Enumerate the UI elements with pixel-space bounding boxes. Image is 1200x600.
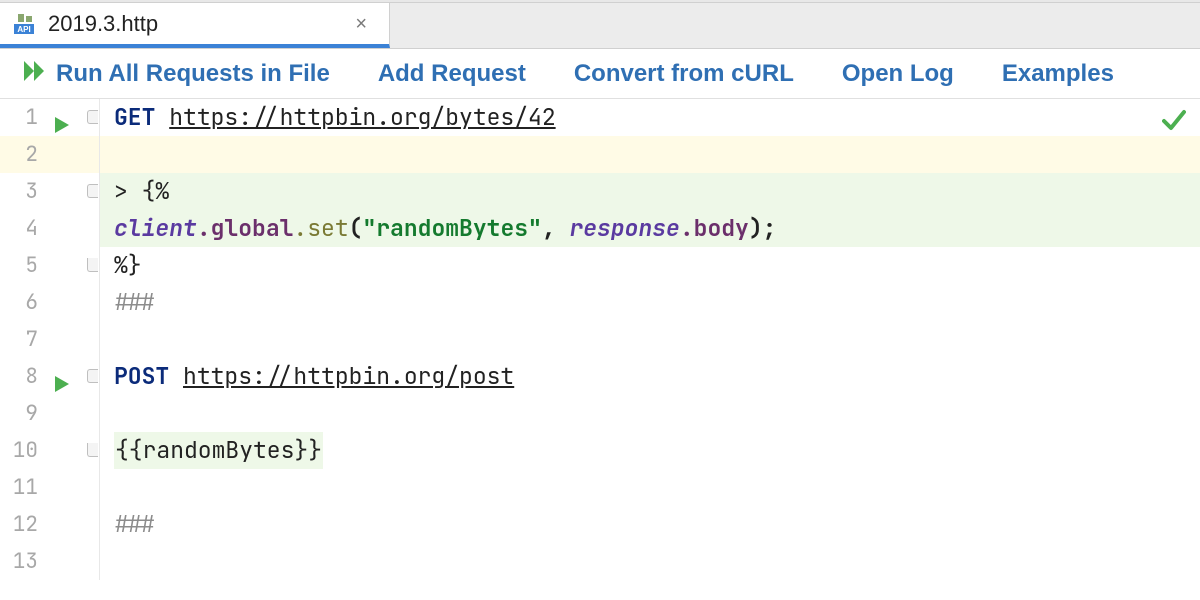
open-log-button[interactable]: Open Log bbox=[842, 60, 954, 88]
http-method: GET bbox=[114, 99, 155, 136]
tab-title: 2019.3.http bbox=[48, 11, 341, 37]
fold-marker-icon[interactable] bbox=[87, 258, 98, 272]
api-file-icon: API bbox=[14, 14, 38, 34]
code-line: > {% bbox=[100, 173, 1200, 210]
code-line: POST https://httpbin.org/post bbox=[100, 358, 1200, 395]
tab-active[interactable]: API 2019.3.http × bbox=[0, 3, 390, 48]
fold-marker-icon[interactable] bbox=[87, 443, 98, 457]
examples-button[interactable]: Examples bbox=[1002, 60, 1114, 88]
convert-curl-button[interactable]: Convert from cURL bbox=[574, 60, 794, 88]
code-line bbox=[100, 543, 1200, 580]
line-number: 9 bbox=[0, 395, 44, 432]
fold-marker-icon[interactable] bbox=[87, 369, 98, 383]
run-all-icon bbox=[24, 60, 48, 88]
line-number: 1 bbox=[0, 99, 44, 136]
line-number: 12 bbox=[0, 506, 44, 543]
code-line: {{randomBytes}} bbox=[100, 432, 1200, 469]
line-number: 7 bbox=[0, 321, 44, 358]
code-line: ### bbox=[100, 506, 1200, 543]
line-number: 6 bbox=[0, 284, 44, 321]
script-open: > {% bbox=[114, 173, 169, 210]
separator: ### bbox=[114, 284, 155, 321]
code-line bbox=[100, 395, 1200, 432]
separator: ### bbox=[114, 506, 155, 543]
line-number: 5 bbox=[0, 247, 44, 284]
gutter: 1 2 3 4 5 6 7 8 bbox=[0, 99, 100, 580]
line-number: 11 bbox=[0, 469, 44, 506]
code-line bbox=[100, 469, 1200, 506]
variable-ref: {{randomBytes}} bbox=[115, 435, 322, 465]
line-number: 13 bbox=[0, 543, 44, 580]
script-close: %} bbox=[114, 247, 142, 284]
fold-marker-icon[interactable] bbox=[87, 184, 98, 198]
open-log-label: Open Log bbox=[842, 60, 954, 88]
add-request-button[interactable]: Add Request bbox=[378, 60, 526, 88]
code-line: GET https://httpbin.org/bytes/42 bbox=[100, 99, 1200, 136]
url[interactable]: https://httpbin.org/bytes/42 bbox=[169, 99, 555, 136]
code-line bbox=[100, 136, 1200, 173]
line-number: 10 bbox=[0, 432, 44, 469]
close-icon[interactable]: × bbox=[351, 14, 371, 34]
line-number: 2 bbox=[0, 136, 44, 173]
tab-bar: API 2019.3.http × bbox=[0, 3, 1200, 49]
svg-text:API: API bbox=[17, 25, 30, 34]
add-request-label: Add Request bbox=[378, 60, 526, 88]
code-area[interactable]: GET https://httpbin.org/bytes/42 > {% cl… bbox=[100, 99, 1200, 580]
line-number: 4 bbox=[0, 210, 44, 247]
run-all-label: Run All Requests in File bbox=[56, 60, 330, 88]
url[interactable]: https://httpbin.org/post bbox=[183, 358, 514, 395]
convert-curl-label: Convert from cURL bbox=[574, 60, 794, 88]
run-all-button[interactable]: Run All Requests in File bbox=[24, 60, 330, 88]
line-number: 3 bbox=[0, 173, 44, 210]
line-number: 8 bbox=[0, 358, 44, 395]
examples-label: Examples bbox=[1002, 60, 1114, 88]
editor[interactable]: 1 2 3 4 5 6 7 8 bbox=[0, 99, 1200, 580]
fold-marker-icon[interactable] bbox=[87, 110, 98, 124]
code-line: client.global.set("randomBytes", respons… bbox=[100, 210, 1200, 247]
code-line bbox=[100, 321, 1200, 358]
code-line: ### bbox=[100, 284, 1200, 321]
inspection-ok-icon[interactable] bbox=[1162, 105, 1186, 142]
toolbar: Run All Requests in File Add Request Con… bbox=[0, 49, 1200, 99]
http-method: POST bbox=[114, 358, 169, 395]
code-line: %} bbox=[100, 247, 1200, 284]
